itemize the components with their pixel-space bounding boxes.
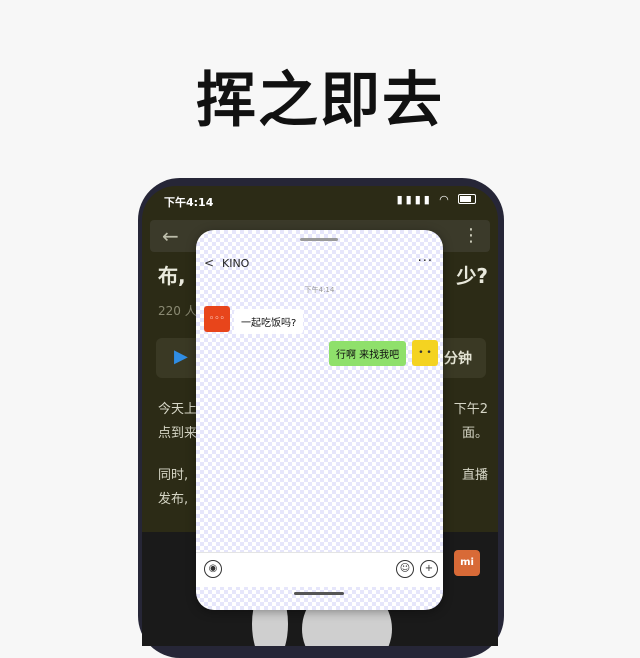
chat-timestamp: 下午4:14 bbox=[304, 286, 335, 294]
para1-right: 下午2 bbox=[453, 402, 488, 417]
audio-duration: 分钟 bbox=[444, 351, 472, 367]
chat-more-icon[interactable]: ··· bbox=[418, 254, 433, 269]
window-grabber[interactable] bbox=[300, 238, 338, 241]
chat-input-bar: ◉ ☺ + bbox=[196, 552, 443, 587]
status-icons: ▮▮▮▮ ◠ bbox=[397, 193, 476, 206]
battery-icon bbox=[458, 194, 476, 204]
para1-line2-right: 面。 bbox=[461, 426, 488, 441]
avatar[interactable]: • • bbox=[412, 340, 438, 366]
message-bubble-left: 一起吃饭吗? bbox=[234, 309, 304, 334]
message-bubble-right: 行啊 来找我吧 bbox=[329, 341, 407, 366]
mi-logo: mi bbox=[454, 550, 480, 576]
article-title-left: 布, bbox=[158, 264, 186, 288]
para1-line2-left: 点到来 bbox=[158, 426, 198, 441]
chat-back-icon[interactable]: < bbox=[204, 256, 214, 270]
emoji-icon[interactable]: ☺ bbox=[396, 560, 414, 578]
status-bar: 下午4:14 ▮▮▮▮ ◠ bbox=[142, 186, 498, 216]
para1-left: 今天上 bbox=[158, 402, 198, 417]
para2-right: 直播 bbox=[461, 468, 488, 483]
plus-icon[interactable]: + bbox=[420, 560, 438, 578]
play-icon[interactable]: ▶ bbox=[174, 346, 188, 367]
home-indicator[interactable] bbox=[294, 592, 344, 595]
chat-contact-name: KINO bbox=[222, 257, 250, 270]
voice-icon[interactable]: ◉ bbox=[204, 560, 222, 578]
status-time: 下午4:14 bbox=[164, 196, 214, 209]
wifi-icon: ◠ bbox=[439, 193, 452, 206]
avatar[interactable]: ◦◦◦ bbox=[204, 306, 230, 332]
headline: 挥之即去 bbox=[196, 66, 444, 136]
signal-icon: ▮▮▮▮ bbox=[396, 193, 433, 206]
para2-left: 同时, bbox=[158, 468, 189, 483]
more-vertical-icon[interactable]: ⋮ bbox=[462, 225, 480, 246]
article-title-right: 少? bbox=[456, 264, 488, 288]
chat-header: < KINO ··· bbox=[196, 252, 443, 276]
para2-line2-left: 发布, bbox=[158, 492, 189, 507]
article-meta: 220 人 bbox=[158, 304, 197, 318]
floating-chat-window[interactable]: < KINO ··· 下午4:14 ◦◦◦ 一起吃饭吗? 行啊 来找我吧 • •… bbox=[196, 230, 443, 610]
back-arrow-icon[interactable]: ← bbox=[162, 224, 179, 248]
